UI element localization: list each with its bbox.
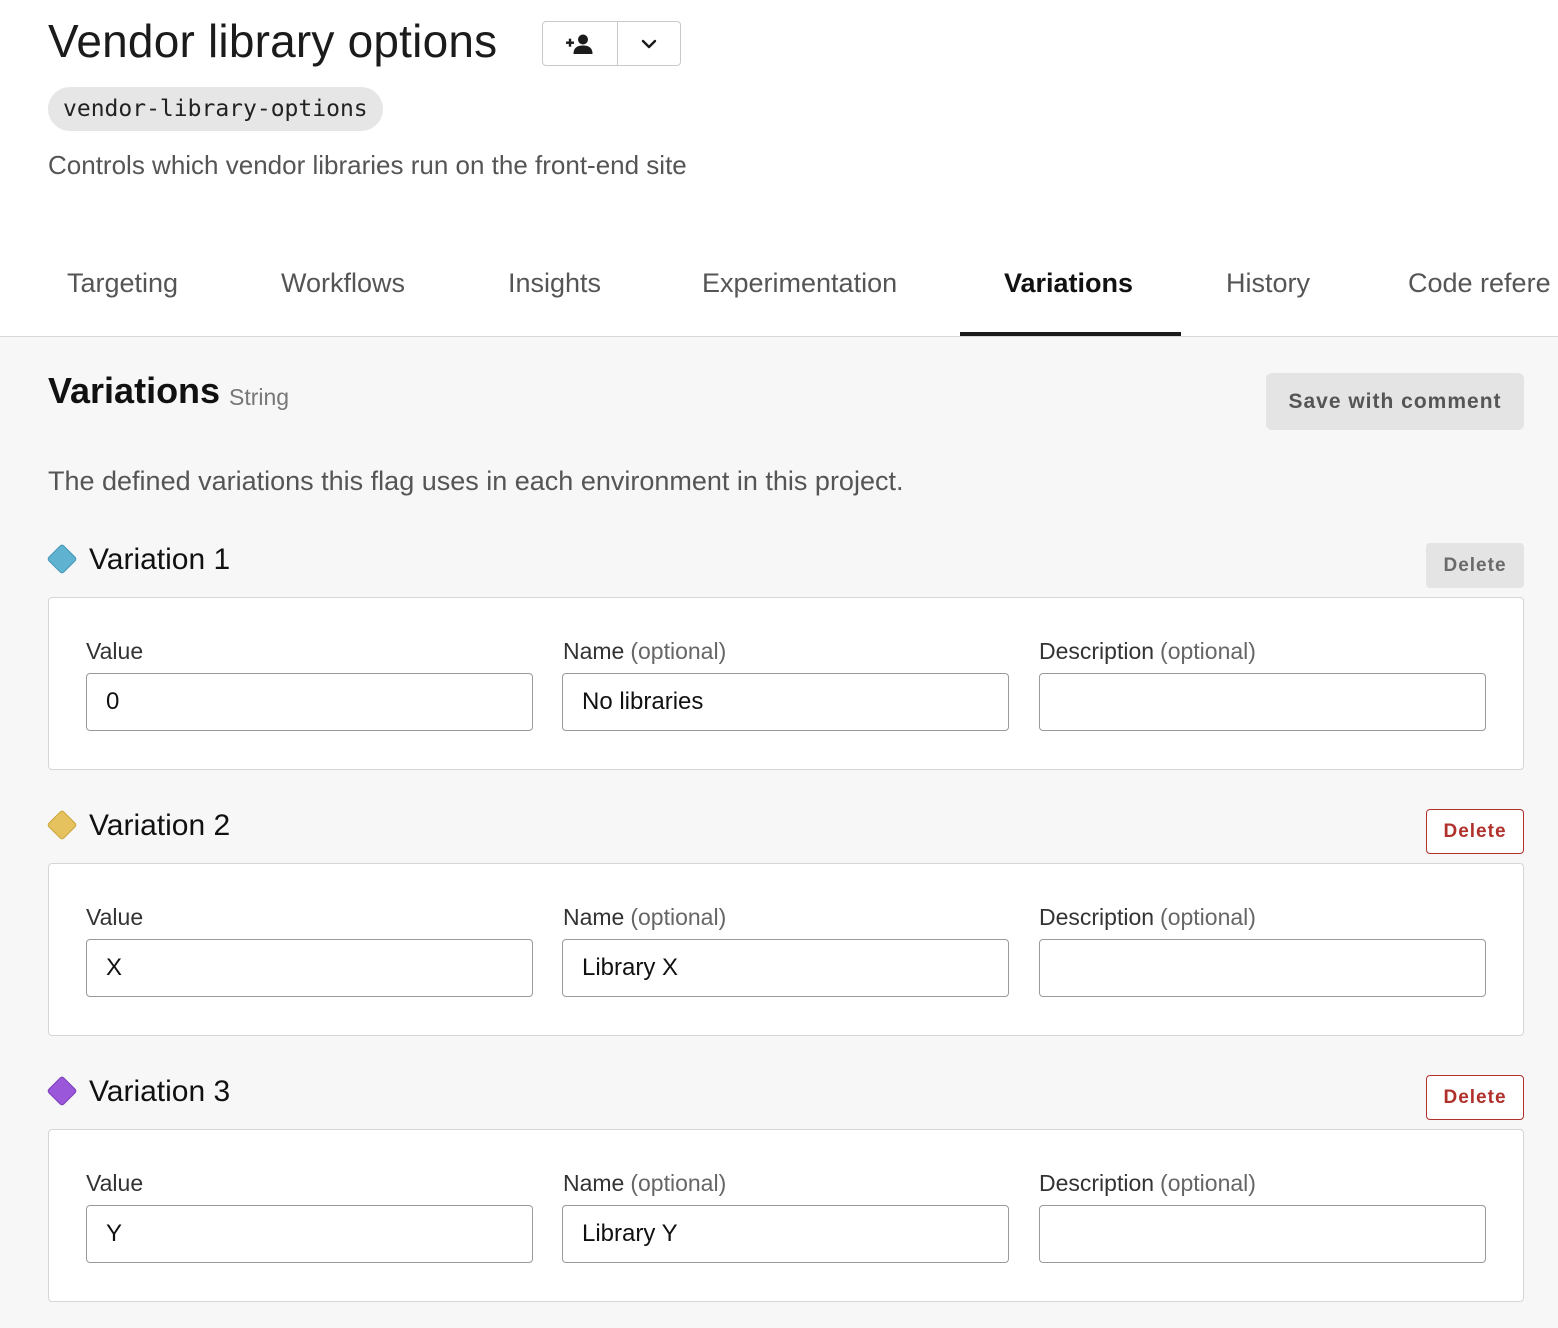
value-label-text: Value — [86, 904, 144, 930]
tab-insights[interactable]: Insights — [508, 268, 601, 299]
variation-type-label: String — [229, 384, 290, 410]
tab-experimentation[interactable]: Experimentation — [702, 268, 897, 299]
variation-card: Value Name (optional) Description (optiona… — [48, 1129, 1524, 1302]
value-input[interactable]: X — [86, 939, 533, 997]
description-label-text: Description — [1039, 904, 1155, 930]
name-input[interactable]: No libraries — [562, 673, 1009, 731]
optional-hint: (optional) — [630, 904, 727, 930]
flag-header: Vendor library options vendor-library-op… — [0, 0, 1558, 337]
name-label-text: Name — [563, 638, 625, 664]
value-label: Value — [86, 638, 143, 665]
tab-code-references[interactable]: Code refere — [1408, 268, 1551, 299]
add-person-icon — [566, 34, 593, 54]
flag-key-badge[interactable]: vendor-library-options — [48, 87, 383, 131]
variation-header: Variation 1 Delete — [46, 543, 1524, 588]
name-label: Name (optional) — [563, 1170, 726, 1197]
diamond-icon — [46, 1075, 78, 1107]
description-input[interactable] — [1039, 939, 1486, 997]
name-input[interactable]: Library X — [562, 939, 1009, 997]
tab-targeting[interactable]: Targeting — [67, 268, 178, 299]
value-input[interactable]: Y — [86, 1205, 533, 1263]
flag-description: Controls which vendor libraries run on t… — [48, 150, 687, 180]
optional-hint: (optional) — [1160, 904, 1256, 930]
flag-actions-button-group — [542, 21, 681, 66]
name-label-text: Name — [563, 904, 625, 930]
section-description: The defined variations this flag uses in… — [48, 466, 904, 496]
flag-tabs: Targeting Workflows Insights Experimenta… — [0, 250, 1558, 337]
diamond-icon — [46, 809, 78, 841]
description-input[interactable] — [1039, 1205, 1486, 1263]
tab-variations[interactable]: Variations — [1004, 268, 1133, 299]
page-title: Vendor library options — [48, 15, 498, 67]
value-label: Value — [86, 1170, 143, 1197]
variation-header: Variation 3 Delete — [46, 1075, 1524, 1120]
delete-variation-button[interactable]: Delete — [1426, 543, 1524, 588]
variation-title: Variation 3 — [89, 1075, 231, 1108]
tab-workflows[interactable]: Workflows — [281, 268, 405, 299]
diamond-icon — [46, 543, 78, 575]
save-with-comment-button[interactable]: Save with comment — [1266, 373, 1524, 430]
flag-actions-dropdown-button[interactable] — [618, 22, 680, 65]
value-label-text: Value — [86, 638, 144, 664]
variation-title: Variation 2 — [89, 809, 231, 842]
value-label: Value — [86, 904, 143, 931]
chevron-down-icon — [641, 39, 657, 48]
description-label: Description (optional) — [1039, 904, 1256, 931]
optional-hint: (optional) — [630, 638, 727, 664]
name-input[interactable]: Library Y — [562, 1205, 1009, 1263]
description-input[interactable] — [1039, 673, 1486, 731]
variation-card: Value Name (optional) Description (optiona… — [48, 863, 1524, 1036]
tab-history[interactable]: History — [1226, 268, 1310, 299]
description-label-text: Description — [1039, 1170, 1155, 1196]
variation-header: Variation 2 Delete — [46, 809, 1524, 854]
variation-card: Value Name (optional) Description (optiona… — [48, 597, 1524, 770]
optional-hint: (optional) — [1160, 1170, 1256, 1196]
section-title: Variations — [48, 370, 221, 411]
name-label-text: Name — [563, 1170, 625, 1196]
description-label-text: Description — [1039, 638, 1155, 664]
name-label: Name (optional) — [563, 904, 726, 931]
optional-hint: (optional) — [1160, 638, 1256, 664]
value-label-text: Value — [86, 1170, 144, 1196]
description-label: Description (optional) — [1039, 1170, 1256, 1197]
delete-variation-button[interactable]: Delete — [1426, 809, 1524, 854]
name-label: Name (optional) — [563, 638, 726, 665]
add-maintainer-button[interactable] — [543, 22, 618, 65]
optional-hint: (optional) — [630, 1170, 727, 1196]
variation-title: Variation 1 — [89, 543, 231, 576]
description-label: Description (optional) — [1039, 638, 1256, 665]
active-tab-indicator — [960, 332, 1181, 336]
delete-variation-button[interactable]: Delete — [1426, 1075, 1524, 1120]
value-input[interactable]: 0 — [86, 673, 533, 731]
